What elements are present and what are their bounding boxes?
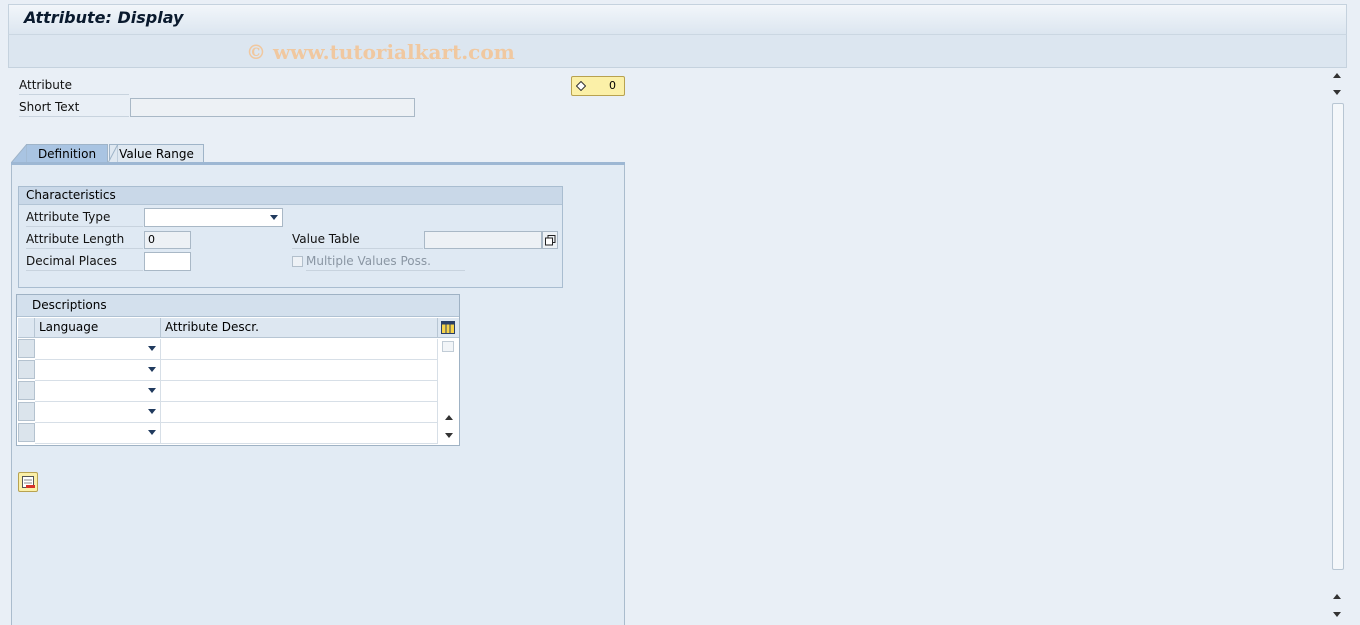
scroll-down-icon[interactable] — [445, 433, 453, 438]
short-text-label: Short Text — [19, 100, 129, 117]
table-edit-icon — [22, 476, 35, 488]
copy-icon — [545, 235, 556, 246]
scroll-page-up-icon[interactable] — [1333, 594, 1341, 599]
descr-cell[interactable] — [161, 381, 438, 402]
language-cell[interactable] — [35, 402, 161, 423]
short-text-field[interactable] — [130, 98, 415, 117]
row-selector[interactable] — [18, 402, 35, 421]
descriptions-title: Descriptions — [32, 298, 107, 312]
multiple-values-checkbox[interactable] — [292, 256, 303, 267]
tab-value-range[interactable]: Value Range — [109, 144, 204, 163]
main-scroll-thumb[interactable] — [1332, 103, 1344, 570]
decimal-places-field[interactable] — [144, 252, 191, 271]
chevron-down-icon[interactable] — [148, 346, 156, 351]
scroll-down-icon[interactable] — [1333, 612, 1341, 617]
chevron-down-icon[interactable] — [148, 367, 156, 372]
diamond-icon — [576, 81, 586, 91]
descr-cell[interactable] — [161, 339, 438, 360]
language-cell[interactable] — [35, 360, 161, 381]
table-settings-button[interactable] — [438, 318, 459, 338]
column-header-attribute-descr[interactable]: Attribute Descr. — [161, 318, 438, 338]
title-bar — [8, 4, 1347, 34]
column-header-language[interactable]: Language — [35, 318, 161, 338]
tab-definition-label: Definition — [37, 147, 97, 161]
tab-definition-slant — [11, 144, 27, 163]
multiple-values-label: Multiple Values Poss. — [306, 254, 465, 271]
attribute-type-label: Attribute Type — [26, 210, 143, 227]
characteristics-title: Characteristics — [26, 188, 116, 202]
descr-cell[interactable] — [161, 360, 438, 381]
value-table-field[interactable] — [424, 231, 542, 249]
value-table-search-button[interactable] — [542, 231, 558, 249]
language-cell[interactable] — [35, 381, 161, 402]
table-scrollbar[interactable] — [439, 339, 459, 444]
select-all-rows[interactable] — [18, 318, 35, 338]
value-table-label: Value Table — [292, 232, 423, 249]
characteristics-header: Characteristics — [19, 187, 562, 205]
scroll-up-icon[interactable] — [445, 415, 453, 420]
row-selector[interactable] — [18, 423, 35, 442]
descriptions-title-bar: Descriptions — [17, 295, 459, 317]
language-cell[interactable] — [35, 423, 161, 444]
row-selector[interactable] — [18, 339, 35, 358]
row-selector[interactable] — [18, 381, 35, 400]
chevron-down-icon[interactable] — [270, 215, 278, 220]
chevron-down-icon[interactable] — [148, 388, 156, 393]
watermark: © www.tutorialkart.com — [246, 40, 515, 64]
attribute-length-field[interactable]: 0 — [144, 231, 191, 249]
tab-value-range-label: Value Range — [119, 147, 194, 161]
attribute-type-select[interactable] — [144, 208, 283, 227]
tab-value-range-slant — [108, 144, 118, 163]
attribute-label: Attribute — [19, 78, 129, 95]
application-toolbar — [8, 34, 1347, 68]
page-title: Attribute: Display — [24, 8, 184, 27]
status-counter-button[interactable]: 0 — [571, 76, 625, 96]
chevron-down-icon[interactable] — [148, 409, 156, 414]
table-scroll-thumb[interactable] — [442, 341, 454, 352]
language-cell[interactable] — [35, 339, 161, 360]
tab-definition[interactable]: Definition — [26, 144, 108, 163]
chevron-down-icon[interactable] — [148, 430, 156, 435]
descr-cell[interactable] — [161, 402, 438, 423]
scroll-up-icon[interactable] — [1333, 73, 1341, 78]
edit-table-button[interactable] — [18, 472, 38, 492]
counter-value: 0 — [609, 79, 616, 92]
decimal-places-label: Decimal Places — [26, 254, 143, 271]
attribute-length-label: Attribute Length — [26, 232, 143, 249]
table-settings-icon — [441, 321, 455, 334]
descr-cell[interactable] — [161, 423, 438, 444]
scroll-page-down-icon[interactable] — [1333, 90, 1341, 95]
row-selector[interactable] — [18, 360, 35, 379]
